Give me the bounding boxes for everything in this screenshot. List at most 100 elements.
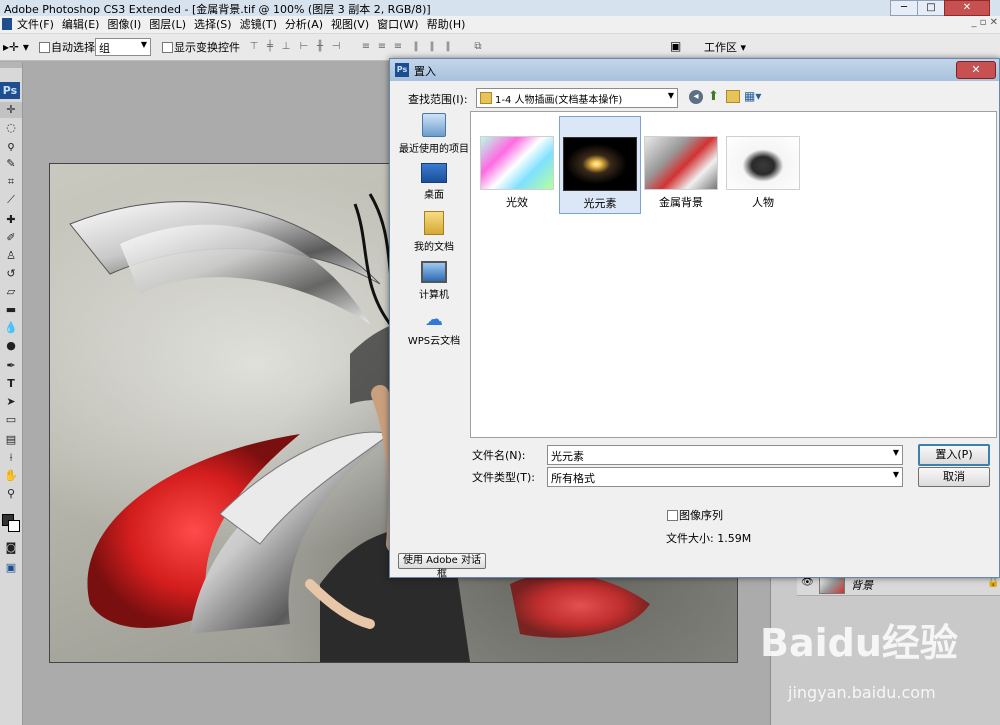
dialog-title: 置入 [414, 65, 436, 78]
place-wps-cloud[interactable]: ☁ WPS云文档 [394, 311, 474, 348]
up-folder-icon[interactable]: ⬆ [708, 89, 719, 104]
look-in-dropdown[interactable]: 1-4 人物插画(文档基本操作) ▼ [476, 88, 678, 108]
menu-window[interactable]: 窗口(W) [373, 16, 422, 33]
ps-logo[interactable]: Ps [0, 82, 20, 99]
auto-align-icon[interactable]: ⧉ [472, 41, 484, 53]
healing-brush-icon[interactable]: ✚ [0, 212, 22, 228]
chevron-down-icon: ▼ [892, 470, 899, 479]
menu-help[interactable]: 帮助(H) [423, 16, 470, 33]
align-top-icon[interactable]: ⊤ [248, 41, 260, 53]
menu-analysis[interactable]: 分析(A) [281, 16, 327, 33]
filename-input[interactable]: 光元素 ▼ [547, 445, 903, 465]
brush-tool-icon[interactable]: ✐ [0, 230, 22, 246]
shape-tool-icon[interactable]: ▭ [0, 412, 22, 428]
use-adobe-dialog-button[interactable]: 使用 Adobe 对话框 [398, 553, 486, 580]
zoom-tool-icon[interactable]: ⚲ [0, 486, 22, 502]
back-icon[interactable]: ◂ [689, 90, 703, 104]
maximize-button[interactable]: □ [917, 0, 945, 16]
doc-window-controls[interactable]: _ ▫ ✕ [971, 17, 998, 28]
history-brush-icon[interactable]: ↺ [0, 266, 22, 282]
menu-image[interactable]: 图像(I) [103, 16, 145, 33]
filetype-dropdown[interactable]: 所有格式 ▼ [547, 467, 903, 487]
watermark-logo: Baidu经验 [760, 621, 958, 665]
pen-tool-icon[interactable]: ✒ [0, 358, 22, 374]
gradient-tool-icon[interactable]: ▬ [0, 302, 22, 318]
hand-tool-icon[interactable]: ✋ [0, 468, 22, 484]
new-folder-icon[interactable] [726, 90, 740, 103]
distribute-top-icon[interactable]: ≡ [360, 41, 372, 53]
eraser-tool-icon[interactable]: ▱ [0, 284, 22, 300]
distribute-right-icon[interactable]: ‖ [442, 41, 454, 53]
file-label: 光元素 [583, 197, 617, 210]
slice-tool-icon[interactable]: ⟋ [0, 192, 22, 208]
screen-mode-icon[interactable]: ▣ [0, 560, 22, 576]
file-item-selected[interactable]: 光元素 [559, 116, 641, 214]
menu-select[interactable]: 选择(S) [190, 16, 236, 33]
path-select-icon[interactable]: ➤ [0, 394, 22, 410]
minimize-button[interactable]: ─ [890, 0, 918, 16]
quick-select-tool-icon[interactable]: ✎ [0, 156, 22, 172]
marquee-tool-icon[interactable]: ◌ [0, 120, 22, 136]
show-transform-checkbox[interactable] [162, 42, 173, 53]
file-item[interactable]: 光效 [477, 136, 557, 210]
auto-select-label: 自动选择: [51, 41, 99, 54]
auto-select-checkbox[interactable] [39, 42, 50, 53]
place-recent[interactable]: 最近使用的项目 [394, 113, 474, 155]
align-hcenter-icon[interactable]: ╫ [314, 41, 326, 53]
notes-tool-icon[interactable]: ▤ [0, 432, 22, 448]
place-button[interactable]: 置入(P) [918, 444, 990, 466]
eyedropper-icon[interactable]: ⟊ [0, 450, 22, 466]
file-item[interactable]: 金属背景 [641, 136, 721, 210]
crop-tool-icon[interactable]: ⌗ [0, 174, 22, 190]
place-computer[interactable]: 计算机 [394, 261, 474, 301]
dialog-close-button[interactable]: ✕ [956, 61, 996, 79]
menu-edit[interactable]: 编辑(E) [58, 16, 104, 33]
file-size-text: 文件大小: 1.59M [666, 532, 752, 545]
eye-icon[interactable]: 👁 [801, 577, 814, 588]
distribute-hcenter-icon[interactable]: ‖ [426, 41, 438, 53]
ps-small-icon [2, 18, 12, 30]
look-in-value: 1-4 人物插画(文档基本操作) [495, 95, 623, 106]
distribute-left-icon[interactable]: ‖ [410, 41, 422, 53]
place-label: 我的文档 [414, 242, 454, 253]
menu-view[interactable]: 视图(V) [327, 16, 373, 33]
view-menu-icon[interactable]: ▦▾ [744, 89, 761, 103]
move-tool-icon[interactable]: ✛ [0, 102, 22, 118]
place-documents[interactable]: 我的文档 [394, 211, 474, 253]
align-vcenter-icon[interactable]: ╪ [264, 41, 276, 53]
filetype-label: 文件类型(T): [472, 471, 536, 484]
auto-select-dropdown[interactable]: 组 ▼ [95, 38, 151, 56]
menu-layer[interactable]: 图层(L) [145, 16, 190, 33]
blur-tool-icon[interactable]: 💧 [0, 320, 22, 336]
watermark-url: jingyan.baidu.com [788, 683, 936, 702]
file-item[interactable]: 人物 [723, 136, 803, 210]
dodge-tool-icon[interactable]: ● [0, 338, 22, 354]
align-right-icon[interactable]: ⊣ [330, 41, 342, 53]
place-desktop[interactable]: 桌面 [394, 163, 474, 201]
window-title: Adobe Photoshop CS3 Extended - [金属背景.tif… [4, 3, 431, 16]
close-button[interactable]: ✕ [944, 0, 990, 16]
distribute-vcenter-icon[interactable]: ≡ [376, 41, 388, 53]
tools-grip[interactable] [0, 62, 22, 68]
background-color-swatch[interactable] [8, 520, 20, 532]
ps-dialog-icon: Ps [395, 63, 409, 77]
image-sequence-checkbox[interactable] [667, 510, 678, 521]
bridge-icon[interactable]: ▣ [670, 39, 681, 53]
distribute-bottom-icon[interactable]: ≡ [392, 41, 404, 53]
lasso-tool-icon[interactable]: ϙ [0, 138, 22, 154]
align-bottom-icon[interactable]: ⊥ [280, 41, 292, 53]
menu-filter[interactable]: 滤镜(T) [236, 16, 281, 33]
show-transform-label: 显示变换控件 [174, 41, 240, 54]
move-tool-icon[interactable]: ▸✛ ▾ [3, 40, 29, 54]
type-tool-icon[interactable]: T [0, 376, 22, 392]
align-left-icon[interactable]: ⊢ [298, 41, 310, 53]
menu-file[interactable]: 文件(F) [13, 16, 58, 33]
cancel-button[interactable]: 取消 [918, 467, 990, 487]
quick-mask-icon[interactable]: ◙ [0, 540, 22, 556]
workspace-button[interactable]: 工作区 ▾ [704, 39, 746, 55]
image-sequence-label: 图像序列 [679, 509, 723, 522]
dialog-title-bar: Ps 置入 ✕ [390, 59, 999, 81]
clone-stamp-icon[interactable]: ♙ [0, 248, 22, 264]
recent-items-icon [422, 113, 446, 137]
place-label: 计算机 [419, 290, 449, 301]
